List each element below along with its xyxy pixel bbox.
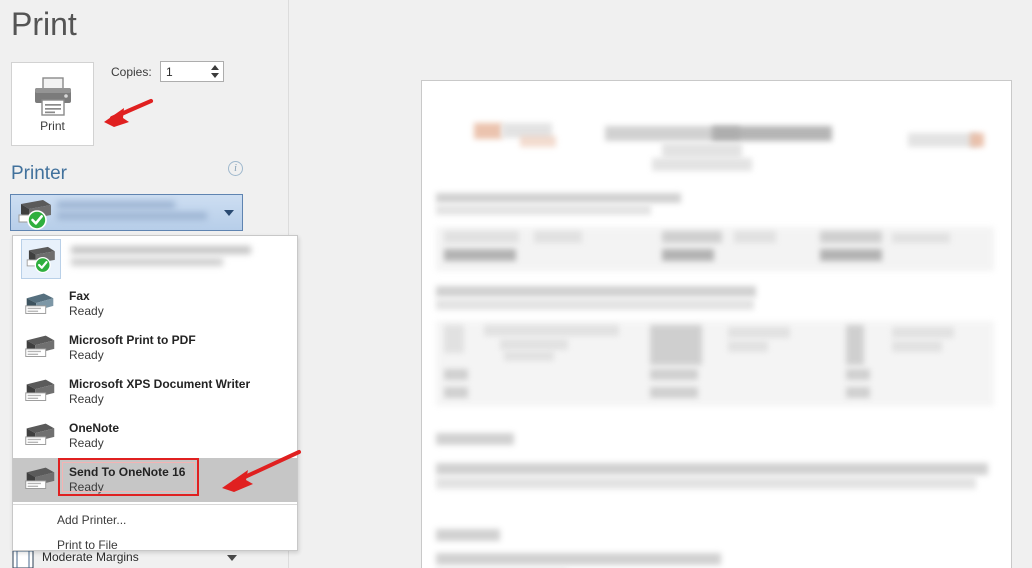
list-item-status: Ready bbox=[69, 348, 104, 362]
add-printer-command[interactable]: Add Printer... bbox=[13, 507, 297, 532]
list-item-name: OneNote bbox=[69, 421, 120, 435]
add-printer-label: Add Printer... bbox=[57, 512, 127, 527]
list-item-status: Ready bbox=[69, 480, 104, 494]
dropdown-divider bbox=[13, 504, 297, 505]
list-item[interactable]: Microsoft XPS Document Writer Ready bbox=[13, 370, 297, 414]
list-item-label-redacted bbox=[71, 244, 291, 274]
printer-dropdown-list[interactable]: Fax Ready Microsoft Print to PDF Ready M… bbox=[12, 235, 298, 551]
copies-stepper[interactable] bbox=[160, 61, 224, 82]
copies-label: Copies: bbox=[111, 65, 152, 79]
printer-combobox-value bbox=[57, 196, 242, 230]
list-item-name: Microsoft XPS Document Writer bbox=[69, 377, 251, 391]
document-page-preview[interactable]: 知乎 @陳·剑 bbox=[421, 80, 1012, 568]
list-item-text: OneNote Ready bbox=[69, 421, 119, 451]
list-item-text: Microsoft XPS Document Writer Ready bbox=[69, 377, 250, 407]
network-printer-icon bbox=[21, 239, 61, 279]
list-item-status: Ready bbox=[69, 392, 104, 406]
spinner-up-icon[interactable] bbox=[210, 65, 219, 70]
info-icon[interactable]: i bbox=[228, 161, 243, 176]
page-title: Print bbox=[11, 6, 77, 42]
list-item-send-to-onenote-16[interactable]: Send To OneNote 16 Ready bbox=[13, 458, 297, 502]
list-item-text: Send To OneNote 16 Ready bbox=[69, 465, 185, 495]
list-item-status: Ready bbox=[69, 436, 104, 450]
list-item-text: Microsoft Print to PDF Ready bbox=[69, 333, 196, 363]
print-button-label: Print bbox=[40, 119, 65, 133]
list-item-name: Microsoft Print to PDF bbox=[69, 333, 196, 347]
fax-printer-icon bbox=[21, 286, 59, 322]
print-to-file-command[interactable]: Print to File bbox=[13, 532, 297, 551]
printer-icon bbox=[21, 374, 59, 410]
printer-icon bbox=[21, 330, 59, 366]
print-preview-pane: 知乎 @陳·剑 bbox=[289, 0, 1032, 568]
copies-input[interactable] bbox=[161, 63, 206, 80]
list-item[interactable]: Microsoft Print to PDF Ready bbox=[13, 326, 297, 370]
list-item-text: Fax Ready bbox=[69, 289, 104, 319]
list-item-name: Send To OneNote 16 bbox=[69, 465, 186, 479]
margins-chevron-down-icon[interactable] bbox=[227, 555, 237, 561]
default-printer-check-icon bbox=[13, 196, 57, 230]
printer-section-heading: Printer bbox=[11, 163, 67, 184]
chevron-down-icon[interactable] bbox=[224, 210, 234, 216]
list-item[interactable]: OneNote Ready bbox=[13, 414, 297, 458]
print-backstage-screen: Print Print Copies: 1 Printer i Moderate… bbox=[0, 0, 1032, 568]
margins-label: Moderate Margins bbox=[42, 549, 139, 564]
list-item[interactable] bbox=[13, 236, 297, 282]
list-item[interactable]: Fax Ready bbox=[13, 282, 297, 326]
list-item-name: Fax bbox=[69, 289, 90, 303]
printer-combobox[interactable] bbox=[10, 194, 243, 231]
printer-icon bbox=[21, 462, 59, 498]
document-content-redacted bbox=[422, 81, 1011, 568]
print-button[interactable]: Print bbox=[11, 62, 94, 146]
spinner-down-icon[interactable] bbox=[210, 73, 219, 78]
copies-spinner[interactable] bbox=[206, 62, 223, 81]
print-to-file-label: Print to File bbox=[57, 537, 118, 551]
printer-icon bbox=[30, 75, 76, 117]
print-settings-pane: Print Print Copies: 1 Printer i Moderate… bbox=[0, 0, 298, 568]
list-item-status: Ready bbox=[69, 304, 104, 318]
printer-icon bbox=[21, 418, 59, 454]
